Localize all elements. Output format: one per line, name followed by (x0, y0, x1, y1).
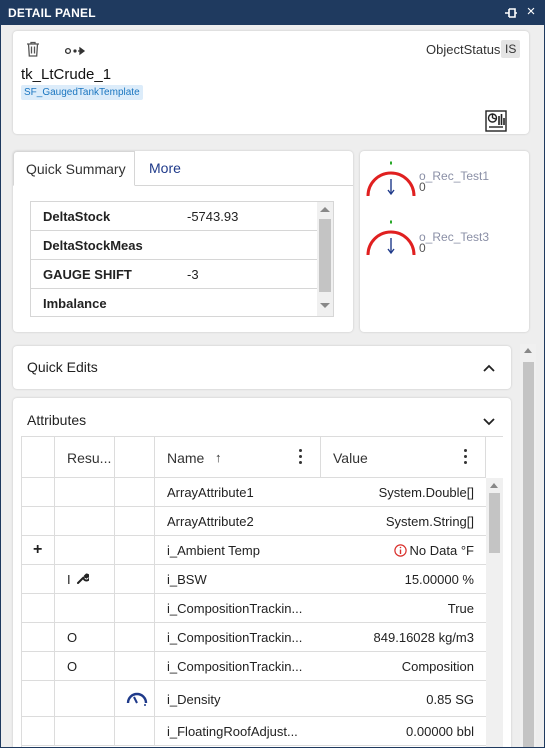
attribute-name: ArrayAttribute2 (167, 514, 254, 529)
attribute-name: i_CompositionTrackin... (167, 630, 303, 645)
quick-summary-card: Quick Summary More DeltaStock -5743.93 D… (13, 151, 353, 332)
scroll-up-arrow-icon[interactable] (490, 483, 498, 488)
attribute-name: i_Density (167, 692, 221, 707)
table-row[interactable]: i_CompositionTrackin... True (22, 594, 486, 623)
table-row[interactable]: i_FloatingRoofAdjust... 0.00000 bbl (22, 717, 486, 746)
attributes-label: Attributes (27, 412, 87, 428)
gauge-value: 0 (419, 180, 426, 194)
pin-icon[interactable] (503, 5, 519, 21)
header-cell-name[interactable]: Name ↑ (155, 437, 321, 478)
object-status-badge: IS (501, 40, 521, 58)
scroll-thumb[interactable] (319, 219, 331, 292)
table-row[interactable]: i_Density 0.85 SG (22, 681, 486, 717)
scroll-thumb[interactable] (523, 362, 534, 747)
table-row[interactable]: ArrayAttribute2 System.String[] (22, 507, 486, 536)
flow-arrow-icon[interactable] (64, 44, 87, 59)
report-icon[interactable] (485, 110, 507, 135)
attributes-grid: Resu... Name ↑ Value ArrayAttribute1 Sys… (21, 436, 503, 747)
quick-edits-label: Quick Edits (27, 359, 98, 375)
quick-edits-section[interactable]: Quick Edits (13, 346, 511, 389)
attribute-value: No Data °F (393, 543, 474, 558)
summary-value: -5743.93 (187, 209, 239, 224)
attribute-name: i_Ambient Temp (167, 543, 260, 558)
grid-scrollbar[interactable] (486, 478, 503, 747)
chevron-up-icon[interactable] (483, 360, 495, 375)
close-icon[interactable]: × (523, 4, 539, 20)
object-header-card: ObjectStatus IS tk_LtCrude_1 SF_GaugedTa… (13, 31, 529, 134)
table-row[interactable]: I i_BSW 15.00000 % (22, 565, 486, 594)
header-cell-icon (115, 437, 155, 478)
window-title: DETAIL PANEL (8, 6, 96, 20)
gauge-label: o_Rec_Test3 (419, 230, 490, 244)
attribute-name: ArrayAttribute1 (167, 485, 254, 500)
tab-more[interactable]: More (149, 151, 181, 186)
attribute-value: Composition (401, 659, 474, 674)
attribute-name: i_CompositionTrackin... (167, 659, 303, 674)
attribute-value: System.Double[] (378, 485, 474, 500)
summary-scrollbar[interactable] (317, 202, 333, 316)
tab-quick-summary[interactable]: Quick Summary (13, 151, 135, 186)
column-menu-icon[interactable] (464, 449, 468, 467)
scroll-up-arrow-icon[interactable] (524, 348, 532, 353)
scroll-down-arrow-icon[interactable] (320, 303, 330, 308)
title-bar: DETAIL PANEL × (1, 1, 544, 25)
header-cell-result[interactable]: Resu... (55, 437, 115, 478)
warning-info-icon (393, 544, 407, 557)
sort-ascending-icon[interactable]: ↑ (215, 450, 222, 465)
attribute-value: True (447, 601, 474, 616)
attribute-value: 849.16028 kg/m3 (373, 630, 474, 645)
table-row[interactable]: ArrayAttribute1 System.Double[] (22, 478, 486, 507)
attribute-value: 0.00000 bbl (406, 724, 474, 739)
gauge-value: 0 (419, 241, 426, 255)
summary-key: DeltaStock (43, 209, 111, 224)
table-row[interactable]: O i_CompositionTrackin... Composition (22, 652, 486, 681)
template-link[interactable]: SF_GaugedTankTemplate (21, 85, 143, 100)
attribute-value: System.String[] (385, 514, 474, 529)
wrench-icon[interactable] (76, 572, 91, 588)
summary-key: GAUGE SHIFT (43, 267, 132, 282)
table-row[interactable]: O i_CompositionTrackin... 849.16028 kg/m… (22, 623, 486, 652)
summary-key: Imbalance (43, 296, 107, 311)
header-cell-value[interactable]: Value (321, 437, 486, 478)
object-status-label: ObjectStatus (426, 42, 501, 57)
result-indicator: O (67, 659, 78, 674)
summary-row: DeltaStockMeas (31, 231, 317, 260)
speedometer-icon[interactable] (126, 690, 148, 709)
result-indicator: I (67, 572, 71, 587)
attribute-name: i_BSW (167, 572, 207, 587)
gauges-card: o_Rec_Test1 0 o_Rec_Test3 0 (360, 151, 529, 332)
summary-grid: DeltaStock -5743.93 DeltaStockMeas GAUGE… (30, 201, 334, 317)
panel-scrollbar[interactable] (520, 344, 536, 747)
scroll-up-arrow-icon[interactable] (320, 207, 330, 212)
gauge-dial-icon[interactable] (363, 219, 419, 264)
summary-value: -3 (187, 267, 199, 282)
summary-row: DeltaStock -5743.93 (31, 202, 317, 231)
header-cell-blank (22, 437, 55, 478)
attribute-name: i_CompositionTrackin... (167, 601, 303, 616)
gauge-label: o_Rec_Test1 (419, 169, 490, 183)
summary-row: Imbalance (31, 289, 317, 316)
attribute-value: 15.00000 % (404, 572, 474, 587)
table-row[interactable]: + i_Ambient Temp No Data °F (22, 536, 486, 565)
detail-panel-window: DETAIL PANEL × ObjectStatus IS tk_LtCrud… (0, 0, 545, 748)
summary-tabs: Quick Summary More (13, 151, 353, 186)
attribute-value: 0.85 SG (426, 692, 474, 707)
expand-plus-icon[interactable]: + (33, 541, 42, 559)
trash-icon[interactable] (26, 41, 40, 60)
chevron-down-icon[interactable] (483, 414, 495, 429)
gauge-dial-icon[interactable] (363, 160, 419, 205)
object-name: tk_LtCrude_1 (21, 66, 112, 83)
attribute-name: i_FloatingRoofAdjust... (167, 724, 298, 739)
result-indicator: O (67, 630, 78, 645)
grid-header: Resu... Name ↑ Value (22, 437, 486, 478)
summary-key: DeltaStockMeas (43, 238, 143, 253)
summary-row: GAUGE SHIFT -3 (31, 260, 317, 289)
scroll-thumb[interactable] (489, 493, 500, 553)
column-menu-icon[interactable] (299, 449, 303, 467)
